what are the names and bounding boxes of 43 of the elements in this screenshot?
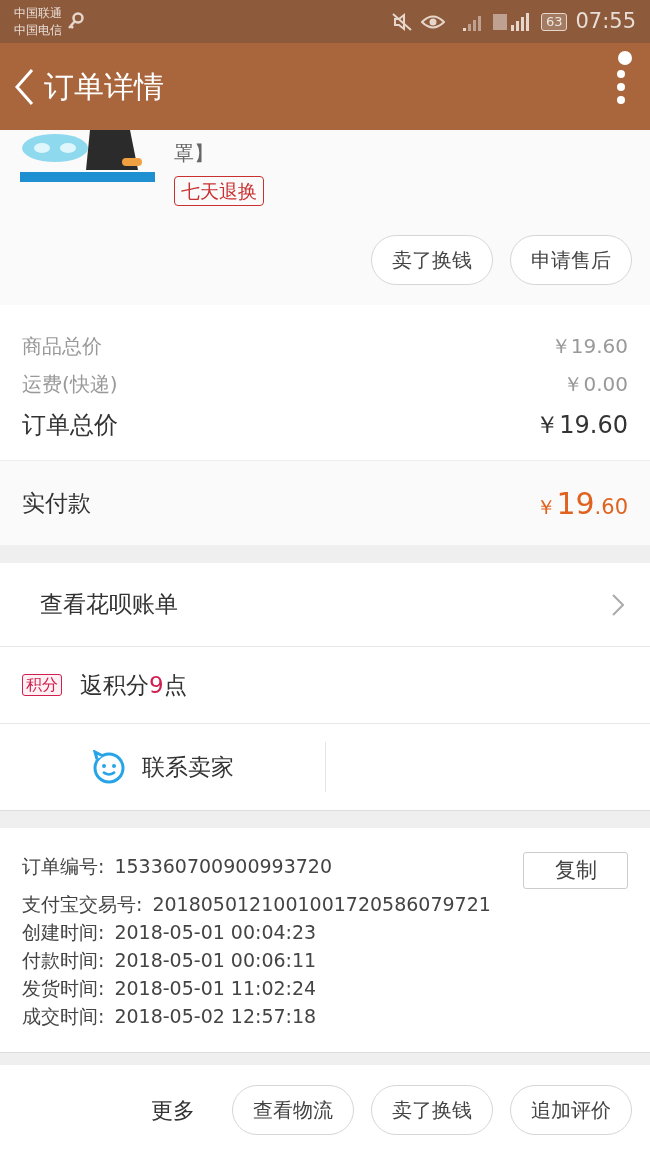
chevron-right-icon (612, 593, 624, 616)
info-label: 支付宝交易号: (22, 891, 143, 917)
action-button[interactable]: 查看物流 (232, 1085, 354, 1135)
product-title: 罩】 (174, 140, 214, 167)
info-value: 2018-05-02 12:57:18 (114, 1003, 317, 1029)
carrier-label: 中国联通 (14, 4, 62, 22)
info-value: 153360700900993720 (114, 854, 332, 879)
price-label: 订单总价 (22, 410, 118, 441)
eye-icon (420, 13, 445, 30)
info-value: 2018-05-01 00:04:23 (114, 919, 317, 945)
price-value: ￥0.00 (563, 371, 628, 398)
carrier-label: 中国电信 (14, 21, 62, 39)
info-label: 创建时间: (22, 919, 105, 945)
more-button[interactable]: 更多 (151, 1093, 195, 1127)
info-label: 订单编号: (22, 854, 105, 879)
price-label: 运费(快递) (22, 371, 118, 398)
copy-button[interactable]: 复制 (523, 852, 628, 889)
info-value: 2018050121001001720586079721 (152, 891, 491, 917)
payment-label: 实付款 (22, 488, 91, 518)
info-label: 成交时间: (22, 1003, 105, 1029)
action-button[interactable]: 卖了换钱 (371, 1085, 493, 1135)
price-label: 商品总价 (22, 333, 102, 360)
payment-amount: ￥19.60 (536, 484, 628, 523)
points-text: 返积分9点 (80, 670, 187, 700)
battery-icon: 63 (540, 12, 568, 31)
back-icon[interactable] (12, 66, 36, 107)
action-button[interactable]: 申请售后 (510, 235, 632, 285)
page-title: 订单详情 (44, 68, 164, 106)
info-value: 2018-05-01 11:02:24 (114, 975, 317, 1001)
chat-face-icon (91, 750, 126, 784)
clock: 07:55 (575, 7, 636, 35)
info-value: 2018-05-01 00:06:11 (114, 947, 317, 973)
price-value: ￥19.60 (550, 333, 628, 360)
price-value: ￥19.60 (535, 410, 628, 441)
info-label: 付款时间: (22, 947, 105, 973)
more-menu-icon[interactable] (616, 69, 626, 104)
huabei-bill-row[interactable]: 查看花呗账单 (0, 563, 650, 647)
info-label: 发货时间: (22, 975, 105, 1001)
mute-icon (390, 11, 413, 32)
action-button[interactable]: 追加评价 (510, 1085, 632, 1135)
return-policy-tag: 七天退换 (174, 176, 264, 206)
action-button[interactable]: 卖了换钱 (371, 235, 493, 285)
points-tag: 积分 (22, 674, 62, 696)
